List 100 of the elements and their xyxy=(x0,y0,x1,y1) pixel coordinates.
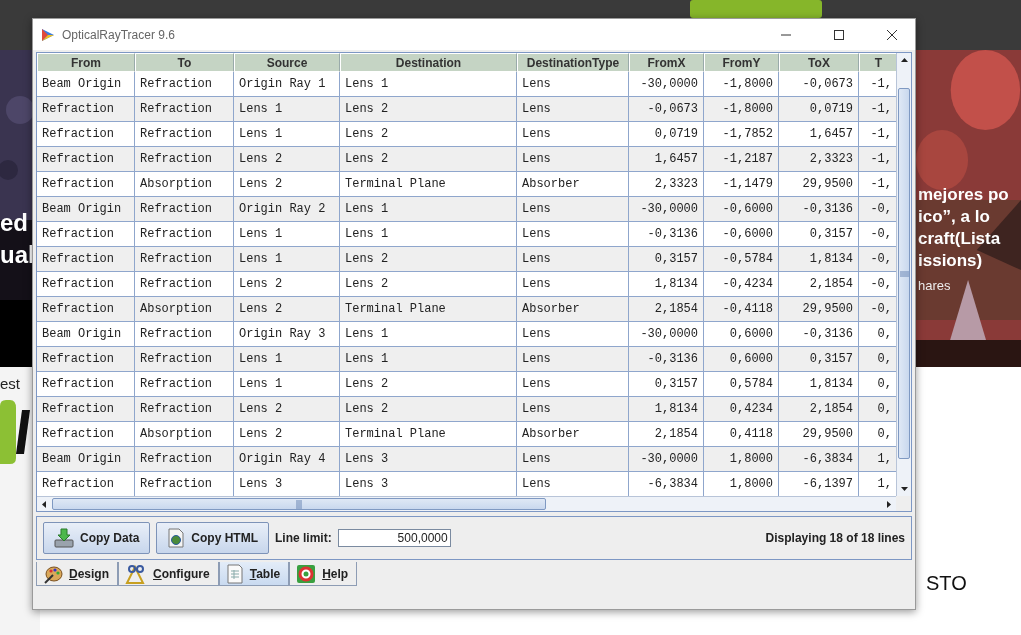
table-cell: -30,0000 xyxy=(629,447,704,472)
table-cell: Absorber xyxy=(517,172,629,197)
table-cell: Lens xyxy=(517,447,629,472)
table-cell: 29,9500 xyxy=(779,297,859,322)
table-cell: -0, xyxy=(859,247,896,272)
app-logo-icon xyxy=(41,27,55,42)
grip-icon xyxy=(296,499,302,509)
table-cell: Lens xyxy=(517,247,629,272)
table-cell: Beam Origin xyxy=(37,197,135,222)
vertical-scrollbar[interactable] xyxy=(896,53,911,496)
table-cell: Lens 2 xyxy=(234,147,340,172)
headline-text: ed xyxy=(0,208,29,239)
table-cell: Refraction xyxy=(135,97,234,122)
column-header[interactable]: Source xyxy=(234,53,340,72)
table-cell: -0,3136 xyxy=(629,222,704,247)
column-header[interactable]: From xyxy=(37,53,135,72)
tab[interactable]: Design xyxy=(36,562,118,586)
table-cell: Refraction xyxy=(135,447,234,472)
table-cell: Absorber xyxy=(517,422,629,447)
table-cell: -0,3136 xyxy=(779,197,859,222)
table-cell: Lens 2 xyxy=(340,372,517,397)
column-header[interactable]: Destination xyxy=(340,53,517,72)
table-cell: Lens xyxy=(517,272,629,297)
table-cell: Lens 3 xyxy=(340,447,517,472)
table-cell: -30,0000 xyxy=(629,72,704,97)
lifebuoy-icon xyxy=(296,563,317,584)
table-cell: Lens 2 xyxy=(234,172,340,197)
table-cell: 2,1854 xyxy=(779,272,859,297)
table-cell: Refraction xyxy=(37,272,135,297)
table-cell: Refraction xyxy=(37,122,135,147)
column-header[interactable]: T xyxy=(859,53,896,72)
table-cell: -1, xyxy=(859,147,896,172)
table-cell: 1,8000 xyxy=(704,447,779,472)
table-cell: Refraction xyxy=(135,347,234,372)
horizontal-scrollbar[interactable] xyxy=(37,496,896,511)
scroll-thumb[interactable] xyxy=(52,498,546,510)
table-cell: 1,8134 xyxy=(629,397,704,422)
table-cell: Terminal Plane xyxy=(340,297,517,322)
table-cell: -0,6000 xyxy=(704,222,779,247)
tab[interactable]: Configure xyxy=(118,562,219,586)
column-header[interactable]: ToX xyxy=(779,53,859,72)
table-cell: 29,9500 xyxy=(779,172,859,197)
column-header[interactable]: FromX xyxy=(629,53,704,72)
table-cell: Lens 1 xyxy=(340,347,517,372)
line-limit-field[interactable]: 500,0000 xyxy=(337,529,451,547)
table-cell: Lens xyxy=(517,147,629,172)
table-cell: Refraction xyxy=(135,122,234,147)
table-cell: 2,3323 xyxy=(629,172,704,197)
table-cell: Lens xyxy=(517,72,629,97)
table-cell: 0,4118 xyxy=(704,422,779,447)
tab[interactable]: Help xyxy=(289,562,358,586)
table-cell: 1,6457 xyxy=(779,122,859,147)
table-cell: Lens 1 xyxy=(340,322,517,347)
table-cell: 0, xyxy=(859,397,896,422)
table-cell: Refraction xyxy=(135,72,234,97)
table-cell: Lens 2 xyxy=(340,397,517,422)
table-cell: Origin Ray 1 xyxy=(234,72,340,97)
palette-icon xyxy=(43,563,63,584)
table-cell: Refraction xyxy=(135,272,234,297)
grip-icon xyxy=(899,270,909,277)
table-cell: 0,0719 xyxy=(629,122,704,147)
table-cell: Refraction xyxy=(37,372,135,397)
table-cell: Lens 1 xyxy=(234,222,340,247)
copy-button[interactable]: Copy HTML xyxy=(156,522,269,554)
table-cell: Lens 1 xyxy=(340,197,517,222)
scrollbar-corner xyxy=(896,496,911,511)
section-title: STO xyxy=(926,572,967,595)
table-cell: Refraction xyxy=(37,247,135,272)
headline-text: mejores po xyxy=(918,183,1010,206)
table-cell: Origin Ray 3 xyxy=(234,322,340,347)
status-text: Displaying 18 of 18 lines xyxy=(765,531,905,545)
table-cell: Lens xyxy=(517,197,629,222)
table-cell: Refraction xyxy=(135,397,234,422)
table-cell: Refraction xyxy=(37,147,135,172)
table-cell: 2,3323 xyxy=(779,147,859,172)
table-cell: 1,6457 xyxy=(629,147,704,172)
table-cell: 0,4234 xyxy=(704,397,779,422)
table-cell: Refraction xyxy=(37,397,135,422)
line-limit-label: Line limit: xyxy=(275,531,332,545)
table-cell: Lens 1 xyxy=(234,122,340,147)
table-cell: Origin Ray 4 xyxy=(234,447,340,472)
column-header[interactable]: FromY xyxy=(704,53,779,72)
table-cell: -1,2187 xyxy=(704,147,779,172)
table-cell: -0,4234 xyxy=(704,272,779,297)
table-cell: 2,1854 xyxy=(629,422,704,447)
table-cell: Refraction xyxy=(135,247,234,272)
table-cell: Lens xyxy=(517,222,629,247)
table-cell: -1,8000 xyxy=(704,72,779,97)
close-icon xyxy=(886,28,898,41)
table-cell: -1,7852 xyxy=(704,122,779,147)
column-header[interactable]: To xyxy=(135,53,234,72)
table-cell: 0,3157 xyxy=(629,372,704,397)
table-cell: Lens 2 xyxy=(234,397,340,422)
table-cell: 0, xyxy=(859,347,896,372)
scroll-thumb[interactable] xyxy=(898,88,910,459)
column-header[interactable]: DestinationType xyxy=(517,53,629,72)
table-cell: 0,5784 xyxy=(704,372,779,397)
copy-button[interactable]: Copy Data xyxy=(43,522,151,554)
tab[interactable]: Table xyxy=(218,562,290,586)
table-cell: 1,8134 xyxy=(779,372,859,397)
